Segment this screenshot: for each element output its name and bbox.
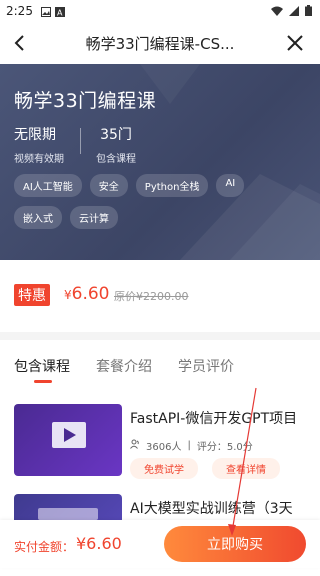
content-tabs: 包含课程 套餐介绍 学员评价 xyxy=(0,340,320,386)
students-count: 3606人 xyxy=(146,442,182,453)
tag-python-fullstack[interactable]: Python全栈 xyxy=(135,174,209,197)
tab-student-reviews[interactable]: 学员评价 xyxy=(178,356,234,376)
status-time: 2:25 xyxy=(6,4,33,18)
pay-amount-label: 实付金额： xyxy=(14,540,75,554)
app-a-icon: A xyxy=(54,6,65,18)
meta-separator: | xyxy=(187,440,191,451)
course-title: 畅学33门编程课 xyxy=(14,90,157,112)
tab-package-intro[interactable]: 套餐介绍 xyxy=(96,356,152,376)
stat-validity: 无限期 视频有效期 xyxy=(14,124,64,165)
buy-now-button[interactable]: 立即购买 xyxy=(164,526,306,562)
special-offer-badge: 特惠 xyxy=(14,284,50,306)
svg-text:A: A xyxy=(57,9,63,18)
free-trial-button[interactable]: 免费试学 xyxy=(130,458,198,479)
stat-validity-value: 无限期 xyxy=(14,127,56,143)
course-hero-banner: 畅学33门编程课 无限期 视频有效期 35门 包含课程 AI人工智能 安全 Py… xyxy=(0,64,320,260)
stat-courses: 35门 包含课程 xyxy=(96,124,136,165)
current-price-value: 6.60 xyxy=(71,284,110,304)
close-icon[interactable] xyxy=(282,30,308,56)
tag-ai-intelligence[interactable]: AI人工智能 xyxy=(14,174,82,197)
stat-validity-label: 视频有效期 xyxy=(14,154,64,165)
page-title: 畅学33门编程课-CS... xyxy=(85,34,235,53)
checkout-bar: 实付金额： ¥6.60 立即购买 xyxy=(0,520,320,568)
play-icon xyxy=(64,428,76,442)
currency-symbol: ¥ xyxy=(64,288,72,302)
wifi-icon xyxy=(271,5,283,19)
course-thumbnail xyxy=(14,404,122,476)
course-rating: 评分：5.0分 xyxy=(196,442,253,453)
screen-icon xyxy=(38,508,98,520)
nav-bar: 畅学33门编程课-CS... xyxy=(0,22,320,64)
system-icons xyxy=(271,5,312,19)
stat-divider xyxy=(80,128,81,154)
battery-icon xyxy=(305,5,312,19)
students-icon xyxy=(130,439,140,452)
course-tags: AI人工智能 安全 Python全栈 AI 嵌入式 云计算 xyxy=(14,174,294,229)
image-icon xyxy=(40,6,51,17)
tag-cloud-computing[interactable]: 云计算 xyxy=(70,206,118,229)
status-bar: 2:25 A xyxy=(0,0,320,22)
price-row: 特惠 ¥6.60 原价¥2200.00 xyxy=(0,260,320,332)
tag-embedded[interactable]: 嵌入式 xyxy=(14,206,62,229)
tag-ai[interactable]: AI xyxy=(216,174,245,197)
tab-included-courses[interactable]: 包含课程 xyxy=(14,356,70,376)
signal-icon xyxy=(289,5,299,19)
course-item-title: AI大模型实战训练营（3天 xyxy=(130,501,293,517)
list-item[interactable]: FastAPI-微信开发GPT项目 3606人 | 评分：5.0分 免费试学 查… xyxy=(0,404,320,486)
course-item-title: FastAPI-微信开发GPT项目 xyxy=(130,411,298,427)
section-divider xyxy=(0,332,320,340)
back-arrow-icon[interactable] xyxy=(8,30,34,56)
course-meta: 3606人 | 评分：5.0分 xyxy=(130,438,253,453)
original-price: 原价¥2200.00 xyxy=(114,290,189,303)
tag-security[interactable]: 安全 xyxy=(89,174,128,197)
notification-icons: A xyxy=(40,6,65,18)
pay-amount-value: ¥6.60 xyxy=(76,534,122,553)
stat-courses-label: 包含课程 xyxy=(96,154,136,165)
stat-courses-value: 35门 xyxy=(100,127,132,143)
active-tab-indicator xyxy=(34,380,52,383)
view-details-button[interactable]: 查看详情 xyxy=(212,458,280,479)
current-price: ¥6.60 xyxy=(64,284,110,304)
